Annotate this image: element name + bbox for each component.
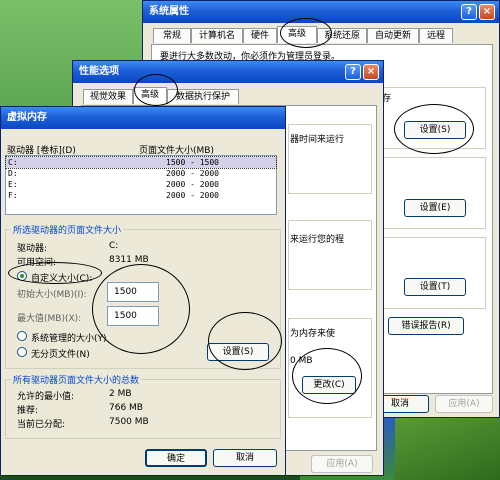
tab-visual-effects[interactable]: 视觉效果 xyxy=(83,89,133,104)
tab-computer-name[interactable]: 计算机名 xyxy=(191,28,243,43)
memory-group xyxy=(288,220,372,290)
recommended-label: 推荐: xyxy=(17,406,39,416)
no-paging-file-label[interactable]: 无分页文件(N) xyxy=(31,347,90,360)
drive-size: 1500 - 1500 xyxy=(166,158,219,167)
help-button[interactable]: ? xyxy=(461,4,477,20)
annotation-circle xyxy=(292,348,362,404)
title-bar: 系统属性 xyxy=(143,1,499,23)
annotation-circle xyxy=(394,104,474,154)
recommended-value: 766 MB xyxy=(109,403,143,413)
drive-name: D: xyxy=(8,169,18,178)
list-item[interactable]: E: 2000 - 2000 xyxy=(6,179,276,190)
help-button[interactable]: ? xyxy=(345,64,361,80)
tab-general[interactable]: 常规 xyxy=(153,28,191,43)
drive-size: 2000 - 2000 xyxy=(166,180,219,189)
total-size-group xyxy=(5,379,281,439)
no-paging-file-radio[interactable] xyxy=(17,347,27,357)
group-title: 所有驱动器页面文件大小的总数 xyxy=(11,373,142,386)
tab-remote[interactable]: 远程 xyxy=(419,28,453,43)
max-size-label: 最大值(MB)(X): xyxy=(17,314,82,324)
annotation-circle xyxy=(92,264,190,354)
close-button[interactable]: × xyxy=(363,64,379,80)
tab-auto-update[interactable]: 自动更新 xyxy=(367,28,419,43)
apply-button[interactable]: 应用(A) xyxy=(311,455,373,473)
list-item[interactable]: C: 1500 - 1500 xyxy=(5,156,277,169)
drive-name: E: xyxy=(8,180,18,189)
ok-button[interactable]: 确定 xyxy=(145,449,207,467)
title-bar: 虚拟内存 xyxy=(1,107,285,129)
cancel-button[interactable]: 取消 xyxy=(213,449,277,467)
drive-name: C: xyxy=(8,158,18,167)
close-button[interactable]: × xyxy=(479,4,495,20)
drive-size: 2000 - 2000 xyxy=(166,191,219,200)
drive-list[interactable]: C: 1500 - 1500 D: 2000 - 2000 E: 2000 - … xyxy=(5,155,277,215)
minimum-value: 2 MB xyxy=(109,389,132,399)
current-label: 当前已分配: xyxy=(17,420,66,430)
list-item[interactable]: F: 2000 - 2000 xyxy=(6,190,276,201)
drive-label: 驱动器: xyxy=(17,244,48,254)
current-value: 7500 MB xyxy=(109,417,149,427)
error-report-button[interactable]: 错误报告(R) xyxy=(388,317,464,335)
window-title: 性能选项 xyxy=(79,66,119,77)
fragment-text: 器时间来运行 xyxy=(290,135,345,145)
title-bar: 性能选项 xyxy=(73,61,383,83)
drive-size: 2000 - 2000 xyxy=(166,169,219,178)
minimum-label: 允许的最小值: xyxy=(17,392,75,402)
apply-button[interactable]: 应用(A) xyxy=(435,395,493,413)
user-profiles-group xyxy=(378,157,486,229)
window-title: 虚拟内存 xyxy=(7,112,47,123)
fragment-text: 为内存来使 xyxy=(290,329,336,339)
startup-recovery-settings-button[interactable]: 设置(T) xyxy=(404,278,466,296)
list-item[interactable]: D: 2000 - 2000 xyxy=(6,168,276,179)
annotation-circle xyxy=(134,74,178,106)
user-profiles-settings-button[interactable]: 设置(E) xyxy=(404,199,466,217)
drive-value: C: xyxy=(109,241,119,251)
annotation-circle xyxy=(280,18,332,48)
fragment-text: 来运行您的程 xyxy=(290,235,345,245)
tab-hardware[interactable]: 硬件 xyxy=(243,28,277,43)
startup-recovery-group xyxy=(378,237,486,309)
window-title: 系统属性 xyxy=(149,6,189,17)
system-managed-label[interactable]: 系统管理的大小(Y) xyxy=(31,331,107,344)
annotation-circle xyxy=(8,262,102,284)
group-title: 所选驱动器的页面文件大小 xyxy=(11,223,124,236)
system-managed-radio[interactable] xyxy=(17,331,27,341)
initial-size-label: 初始大小(MB)(I): xyxy=(17,290,87,300)
annotation-circle xyxy=(208,312,282,370)
drive-name: F: xyxy=(8,191,18,200)
tab-strip: 视觉效果 高级 数据执行保护 xyxy=(83,87,283,105)
